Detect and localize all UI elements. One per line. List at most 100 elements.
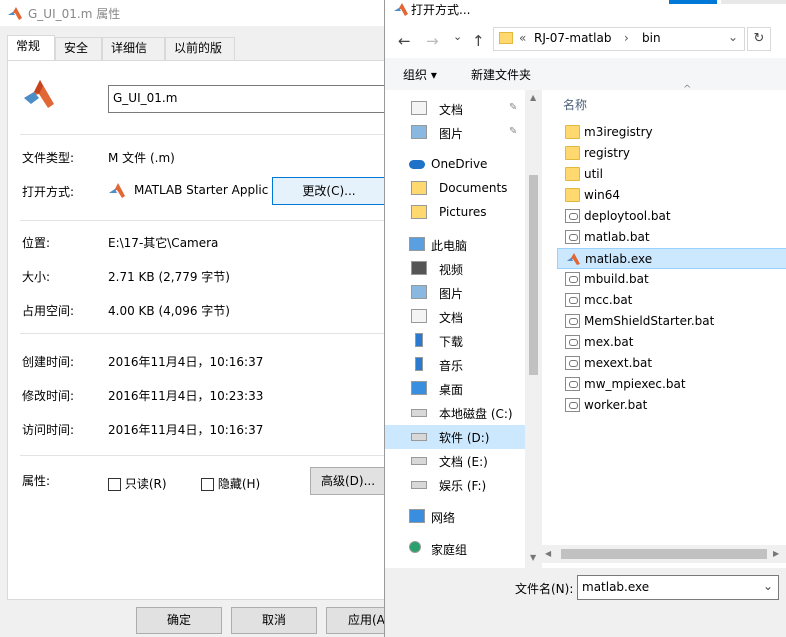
file-list-item[interactable]: registry bbox=[557, 143, 786, 164]
nav-item[interactable]: 桌面 bbox=[385, 377, 525, 401]
modified-label: 修改时间: bbox=[22, 389, 75, 403]
up-arrow-icon[interactable]: ↑ bbox=[472, 32, 485, 50]
nav-item-label: 桌面 bbox=[439, 383, 464, 397]
minimize-button[interactable] bbox=[669, 0, 717, 4]
nav-item[interactable]: 图片 ✎ bbox=[385, 121, 525, 145]
file-list-item[interactable]: matlab.bat bbox=[557, 227, 786, 248]
nav-item[interactable]: 音乐 bbox=[385, 353, 525, 377]
file-list-item[interactable]: deploytool.bat bbox=[557, 206, 786, 227]
pin-icon[interactable]: ✎ bbox=[509, 102, 517, 113]
nav-item-label: OneDrive bbox=[431, 157, 488, 171]
new-folder-button[interactable]: 新建文件夹 bbox=[471, 66, 531, 83]
nav-item-label: Pictures bbox=[439, 205, 487, 219]
disk-size-value: 4.00 KB (4,096 字节) bbox=[108, 304, 230, 318]
nav-item[interactable]: 本地磁盘 (C:) bbox=[385, 401, 525, 425]
open-with-value: MATLAB Starter Applic bbox=[134, 183, 268, 197]
matlab-file-icon bbox=[24, 80, 54, 108]
size-label: 大小: bbox=[22, 270, 51, 284]
breadcrumb-part[interactable]: RJ-07-matlab bbox=[534, 31, 611, 45]
file-list-item[interactable]: util bbox=[557, 164, 786, 185]
batch-file-icon bbox=[565, 356, 580, 370]
nav-item[interactable]: Pictures bbox=[385, 201, 525, 225]
drive-icon bbox=[411, 457, 427, 465]
nav-item[interactable]: 此电脑 bbox=[385, 233, 525, 257]
close-button[interactable] bbox=[721, 0, 786, 4]
file-list-item[interactable]: m3iregistry bbox=[557, 122, 786, 143]
batch-file-icon bbox=[565, 230, 580, 244]
file-list-item[interactable]: mw_mpiexec.bat bbox=[557, 374, 786, 395]
nav-item[interactable]: 文档 ✎ bbox=[385, 97, 525, 121]
location-value: E:\17-其它\Camera bbox=[108, 236, 219, 250]
size-value: 2.71 KB (2,779 字节) bbox=[108, 270, 230, 284]
breadcrumb-part[interactable]: bin bbox=[642, 31, 661, 45]
divider bbox=[20, 333, 386, 334]
recent-chevron-icon[interactable]: ⌄ bbox=[453, 30, 462, 43]
file-list-item[interactable]: mbuild.bat bbox=[557, 269, 786, 290]
chevron-down-icon[interactable]: ⌄ bbox=[728, 30, 738, 44]
matlab-logo-icon bbox=[394, 3, 408, 16]
nav-item[interactable]: 软件 (D:) bbox=[385, 425, 525, 449]
hidden-checkbox-box[interactable] bbox=[201, 478, 214, 491]
nav-item[interactable]: 文档 bbox=[385, 305, 525, 329]
file-name: mw_mpiexec.bat bbox=[584, 377, 686, 391]
file-list-item[interactable]: MemShieldStarter.bat bbox=[557, 311, 786, 332]
tab-general-label: 常规 bbox=[16, 39, 41, 53]
nav-item[interactable]: 网络 bbox=[385, 505, 525, 529]
column-header-name[interactable]: 名称 bbox=[563, 96, 587, 113]
file-list-item[interactable]: mcc.bat bbox=[557, 290, 786, 311]
nav-item[interactable]: OneDrive bbox=[385, 153, 525, 177]
refresh-icon[interactable]: ↻ bbox=[747, 27, 771, 51]
nav-scrollbar-thumb[interactable] bbox=[529, 175, 538, 375]
open-dialog-title: 打开方式... bbox=[411, 3, 471, 17]
tab-previous-versions[interactable]: 以前的版本 bbox=[165, 37, 235, 76]
file-list-item[interactable]: mex.bat bbox=[557, 332, 786, 353]
nav-item[interactable]: 视频 bbox=[385, 257, 525, 281]
tab-security-label: 安全 bbox=[64, 41, 89, 55]
back-arrow-icon[interactable]: ← bbox=[398, 32, 411, 50]
breadcrumb-overflow[interactable]: « bbox=[519, 31, 526, 45]
filename-input[interactable]: matlab.exe ⌄ bbox=[577, 575, 779, 600]
horizontal-scrollbar-thumb[interactable] bbox=[561, 549, 767, 559]
nav-item[interactable]: 娱乐 (F:) bbox=[385, 473, 525, 497]
tab-security[interactable]: 安全 bbox=[55, 37, 102, 60]
advanced-button[interactable]: 高级(D)... bbox=[310, 467, 386, 495]
scroll-right-icon[interactable]: ▶ bbox=[773, 549, 779, 558]
hidden-checkbox[interactable]: 隐藏(H) bbox=[201, 475, 260, 492]
change-button[interactable]: 更改(C)... bbox=[272, 177, 386, 205]
tab-general[interactable]: 常规 bbox=[7, 35, 55, 61]
scroll-down-icon[interactable]: ▼ bbox=[530, 553, 536, 562]
apply-button[interactable]: 应用(A bbox=[326, 607, 386, 634]
folder-icon bbox=[499, 32, 513, 44]
address-bar[interactable]: « RJ-07-matlab › bin ⌄ bbox=[493, 27, 745, 51]
properties-titlebar[interactable]: G_UI_01.m 属性 bbox=[0, 0, 386, 26]
pin-icon[interactable]: ✎ bbox=[509, 126, 517, 137]
batch-file-icon bbox=[565, 314, 580, 328]
forward-arrow-icon[interactable]: → bbox=[426, 32, 439, 50]
organize-menu[interactable]: 组织 ▾ bbox=[403, 66, 437, 83]
nav-item[interactable]: Documents bbox=[385, 177, 525, 201]
nav-item[interactable]: 家庭组 bbox=[385, 537, 525, 561]
nav-item[interactable]: 文档 (E:) bbox=[385, 449, 525, 473]
readonly-checkbox-box[interactable] bbox=[108, 478, 121, 491]
file-list-item[interactable]: worker.bat bbox=[557, 395, 786, 416]
properties-dialog: G_UI_01.m 属性 常规 安全 详细信息 以前的版本 G_UI_01.m … bbox=[0, 0, 386, 637]
file-list-item[interactable]: mexext.bat bbox=[557, 353, 786, 374]
breadcrumb-separator: › bbox=[624, 31, 629, 45]
file-name: mcc.bat bbox=[584, 293, 633, 307]
readonly-checkbox-label: 只读(R) bbox=[124, 477, 167, 491]
nav-item[interactable]: 下载 bbox=[385, 329, 525, 353]
chevron-down-icon[interactable]: ⌄ bbox=[763, 579, 773, 593]
filename-field[interactable]: G_UI_01.m bbox=[108, 85, 386, 113]
nav-item-label: 本地磁盘 (C:) bbox=[439, 407, 513, 421]
scroll-up-icon[interactable]: ▲ bbox=[530, 93, 536, 102]
tab-details[interactable]: 详细信息 bbox=[102, 37, 165, 76]
ok-button[interactable]: 确定 bbox=[136, 607, 222, 634]
readonly-checkbox[interactable]: 只读(R) bbox=[108, 475, 167, 492]
scroll-left-icon[interactable]: ◀ bbox=[545, 549, 551, 558]
open-dialog-titlebar[interactable]: 打开方式... bbox=[385, 0, 786, 24]
file-list-item[interactable]: win64 bbox=[557, 185, 786, 206]
cancel-button[interactable]: 取消 bbox=[231, 607, 317, 634]
nav-item[interactable]: 图片 bbox=[385, 281, 525, 305]
open-with-label: 打开方式: bbox=[22, 185, 75, 199]
file-list-item[interactable]: matlab.exe bbox=[557, 248, 786, 269]
